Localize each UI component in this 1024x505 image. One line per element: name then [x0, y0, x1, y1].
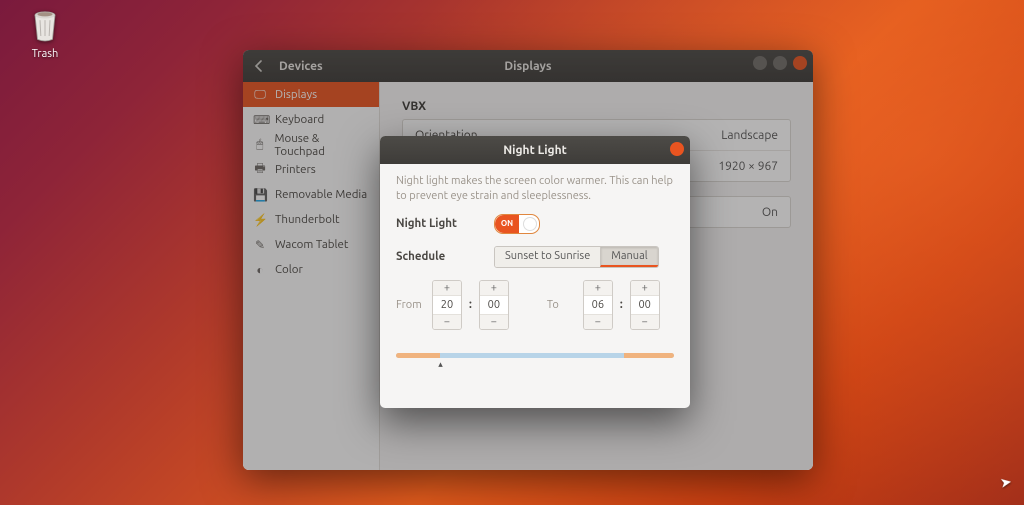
to-hour-spinner: + 06 −	[583, 280, 613, 330]
cursor-icon: ➤	[999, 473, 1014, 492]
timeline-warm-left	[396, 353, 440, 358]
night-light-switch-label: Night Light	[396, 217, 494, 230]
dialog-title: Night Light	[503, 144, 567, 157]
desktop-wallpaper: Trash Devices Displays 🖵Displays ⌨Keyboa…	[0, 0, 1024, 505]
to-hour-increment[interactable]: +	[584, 281, 612, 295]
from-hour-decrement[interactable]: −	[433, 315, 461, 329]
trash-icon	[25, 6, 65, 46]
schedule-label: Schedule	[396, 250, 494, 263]
timeline-warm-right	[624, 353, 674, 358]
to-time-group: To + 06 − : + 00 −	[547, 280, 660, 330]
to-hour-value[interactable]: 06	[584, 295, 612, 315]
to-minute-decrement[interactable]: −	[631, 315, 659, 329]
dialog-titlebar[interactable]: Night Light	[380, 136, 690, 164]
to-label: To	[547, 299, 577, 311]
from-minute-increment[interactable]: +	[480, 281, 508, 295]
from-minute-spinner: + 00 −	[479, 280, 509, 330]
from-hour-spinner: + 20 −	[432, 280, 462, 330]
to-minute-increment[interactable]: +	[631, 281, 659, 295]
from-minute-value[interactable]: 00	[480, 295, 508, 315]
day-timeline: ▴	[396, 350, 674, 360]
from-minute-decrement[interactable]: −	[480, 315, 508, 329]
from-hour-increment[interactable]: +	[433, 281, 461, 295]
timeline-marker: ▴	[438, 359, 443, 370]
from-time-group: From + 20 − : + 00 −	[396, 280, 509, 330]
from-label: From	[396, 299, 426, 311]
to-minute-spinner: + 00 −	[630, 280, 660, 330]
from-hour-value[interactable]: 20	[433, 295, 461, 315]
desktop-trash[interactable]: Trash	[20, 6, 70, 60]
to-minute-value[interactable]: 00	[631, 295, 659, 315]
dialog-description: Night light makes the screen color warme…	[396, 174, 674, 204]
schedule-sunset-button[interactable]: Sunset to Sunrise	[495, 247, 600, 267]
switch-knob	[523, 217, 537, 231]
to-hour-decrement[interactable]: −	[584, 315, 612, 329]
schedule-segmented: Sunset to Sunrise Manual	[494, 246, 659, 268]
switch-on-label: ON	[495, 215, 519, 233]
schedule-manual-button[interactable]: Manual	[600, 247, 657, 267]
desktop-trash-label: Trash	[20, 48, 70, 60]
night-light-switch[interactable]: ON	[494, 214, 540, 234]
dialog-close-button[interactable]	[670, 142, 684, 156]
night-light-dialog: Night Light Night light makes the screen…	[380, 136, 690, 408]
